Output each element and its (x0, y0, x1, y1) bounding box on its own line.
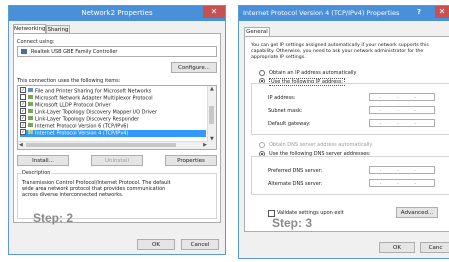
obtain-ip-auto-label[interactable]: Obtain an IP address automatically (269, 70, 357, 76)
preferred-dns-field[interactable]: . . . (369, 166, 435, 174)
titlebar: Internet Protocol Version 4 (TCP/IPv4) P… (239, 6, 449, 21)
install-button[interactable]: Install... (17, 155, 69, 166)
obtain-dns-auto-label[interactable]: Obtain DNS server address automatically (269, 142, 372, 148)
list-item[interactable]: ✓ Microsoft LLDP Protocol Driver (20, 101, 206, 109)
checkbox-checked[interactable]: ✓ (20, 101, 26, 107)
list-item[interactable]: ✓ Internet Protocol Version 6 (TCP/IPv6) (20, 122, 206, 130)
subnet-mask-label: Subnet mask: (268, 108, 303, 114)
protocol-icon (28, 116, 33, 120)
checkbox-checked[interactable]: ✓ (20, 108, 26, 114)
scroll-up-icon[interactable]: ▲ (210, 86, 214, 92)
ok-button[interactable]: OK (137, 239, 175, 250)
networking-panel: Connect using: Realtek USB GBE Family Co… (13, 33, 221, 223)
close-button[interactable]: ✕ (203, 6, 225, 18)
horizontal-scrollbar[interactable]: ◀ ▶ (18, 141, 208, 149)
protocol-icon (28, 123, 33, 127)
list-item[interactable]: Microsoft Network Adapter Multiplexor Pr… (20, 94, 206, 102)
default-gateway-field[interactable]: . . . (369, 119, 435, 127)
protocol-icon (28, 109, 33, 113)
ip-address-field[interactable]: . . . (369, 93, 435, 101)
vertical-scrollbar[interactable]: ▲ ▼ (207, 86, 216, 149)
scroll-thumb[interactable] (209, 106, 214, 124)
checkbox-checked[interactable]: ✓ (20, 87, 26, 93)
close-button[interactable]: ✕ (435, 6, 449, 18)
ip-address-label: IP address: (268, 95, 296, 101)
description-title: Description (21, 170, 52, 176)
help-icon[interactable]: ? (417, 8, 421, 16)
protocol-icon (28, 95, 33, 99)
list-item[interactable]: ✓ Link-Layer Topology Discovery Responder (20, 115, 206, 123)
titlebar: Network2 Properties ✕ (9, 6, 225, 21)
network-properties-window: Network2 Properties ✕ Networking Sharing… (8, 5, 226, 255)
configure-button[interactable]: Configure... (171, 62, 217, 73)
adapter-name: Realtek USB GBE Family Controller (31, 49, 118, 55)
advanced-button[interactable]: Advanced... (396, 207, 438, 218)
list-item-selected[interactable]: ✓ Internet Protocol Version 4 (TCP/IPv4) (20, 129, 206, 137)
items-label: This connection uses the following items… (17, 78, 121, 84)
checkbox-unchecked[interactable] (20, 94, 26, 100)
preferred-dns-label: Preferred DNS server: (268, 168, 323, 174)
scroll-thumb-horizontal[interactable] (26, 143, 176, 147)
properties-button[interactable]: Properties (165, 155, 217, 166)
adapter-box: Realtek USB GBE Family Controller (17, 46, 217, 57)
alternate-dns-field[interactable]: . . . (369, 179, 435, 187)
default-gateway-label: Default gateway: (268, 121, 311, 127)
step-label: Step: 2 (33, 211, 74, 225)
subnet-mask-field[interactable]: . . . (369, 106, 435, 114)
list-item[interactable]: ✓ Link-Layer Topology Discovery Mapper I/… (20, 108, 206, 116)
checkbox-checked[interactable]: ✓ (20, 115, 26, 121)
scroll-left-icon[interactable]: ◀ (19, 142, 23, 148)
network-service-icon (28, 88, 33, 92)
alternate-dns-label: Alternate DNS server: (268, 181, 323, 187)
cancel-button[interactable]: Canc (420, 242, 449, 253)
protocol-icon (28, 130, 33, 134)
dns-settings-group (251, 156, 449, 195)
scroll-down-icon[interactable]: ▼ (210, 136, 214, 142)
obtain-ip-auto-radio[interactable] (259, 70, 265, 76)
general-panel: You can get IP settings assigned automat… (244, 36, 449, 232)
ok-button[interactable]: OK (379, 242, 415, 253)
scroll-right-icon[interactable]: ▶ (203, 142, 207, 148)
network-adapter-icon (21, 49, 27, 54)
protocol-icon (28, 102, 33, 106)
uninstall-button[interactable]: Uninstall (91, 155, 143, 166)
list-item[interactable]: ✓ File and Printer Sharing for Microsoft … (20, 87, 206, 95)
connect-using-label: Connect using: (17, 39, 55, 45)
ipv4-properties-window: Internet Protocol Version 4 (TCP/IPv4) P… (238, 5, 449, 259)
checkbox-checked[interactable]: ✓ (20, 122, 26, 128)
intro-text: You can get IP settings assigned automat… (251, 43, 429, 60)
checkbox-checked[interactable]: ✓ (20, 129, 26, 135)
window-title: Network2 Properties (81, 9, 153, 17)
description-text: Transmission Control Protocol/Internet P… (22, 180, 171, 198)
cancel-button[interactable]: Cancel (181, 239, 219, 250)
step-label: Step: 3 (272, 216, 313, 230)
items-list[interactable]: ✓ File and Printer Sharing for Microsoft … (17, 85, 217, 150)
obtain-dns-auto-radio[interactable] (259, 142, 265, 148)
